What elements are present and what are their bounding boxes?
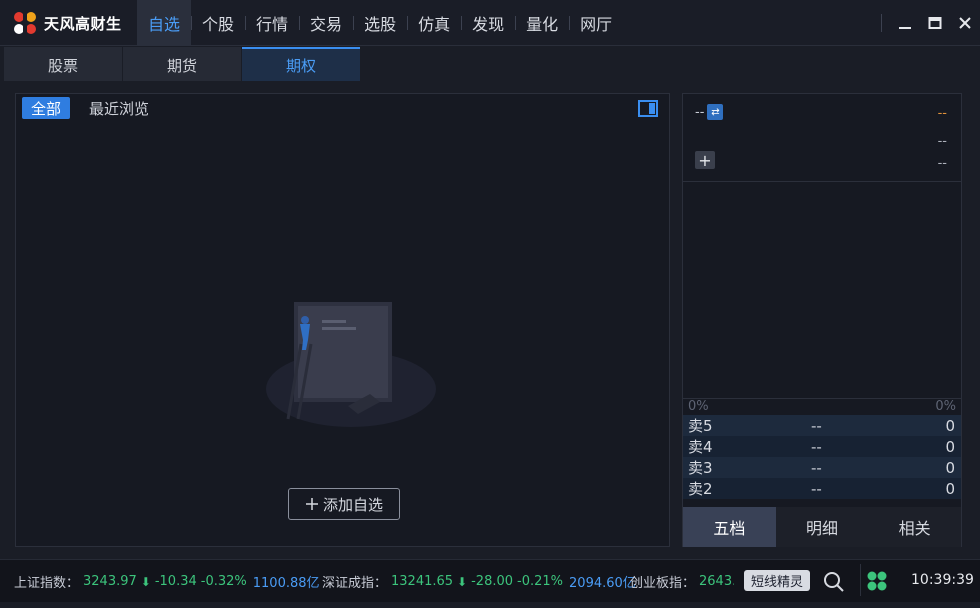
filter-all[interactable]: 全部 bbox=[22, 97, 70, 119]
nav-item-screener[interactable]: 选股 bbox=[353, 0, 407, 46]
tab-futures[interactable]: 期货 bbox=[123, 47, 241, 81]
ask-level: 卖2 bbox=[688, 478, 713, 499]
search-icon[interactable] bbox=[822, 570, 846, 594]
ratio-bar: 0% 0% bbox=[683, 398, 961, 414]
contract-name: -- ⇄ bbox=[695, 104, 723, 120]
quote-panel: -- ⇄ -- -- -- + 0% 0% 卖5 -- 0 卖4 -- 0 卖3… bbox=[682, 93, 962, 547]
index-change-pct: -0.21% bbox=[517, 574, 563, 589]
index-change: -10.34 bbox=[155, 574, 197, 589]
nav-item-simulation[interactable]: 仿真 bbox=[407, 0, 461, 46]
add-watchlist-button[interactable]: 添加自选 bbox=[288, 488, 400, 520]
status-divider bbox=[860, 564, 861, 596]
index-value: 2643.8 bbox=[699, 574, 734, 589]
quote-header: -- ⇄ -- -- -- + bbox=[683, 94, 961, 182]
filter-recent[interactable]: 最近浏览 bbox=[80, 97, 158, 119]
order-book: 卖5 -- 0 卖4 -- 0 卖3 -- 0 卖2 -- 0 bbox=[683, 415, 961, 499]
ask-level: 卖4 bbox=[688, 436, 713, 457]
window-controls-divider bbox=[881, 14, 882, 32]
ask-volume: 0 bbox=[945, 480, 955, 498]
plus-icon bbox=[305, 497, 319, 511]
index-change: -28.00 bbox=[471, 574, 513, 589]
tab-stocks[interactable]: 股票 bbox=[4, 47, 122, 81]
asset-type-tabs: 股票 期货 期权 bbox=[4, 47, 361, 81]
down-arrow-icon: ⬇ bbox=[457, 575, 467, 589]
tab-details[interactable]: 明细 bbox=[776, 507, 869, 547]
maximize-button[interactable] bbox=[920, 8, 950, 38]
watchlist-panel: 全部 最近浏览 添加自选 bbox=[15, 93, 670, 547]
empty-watchlist-illustration bbox=[256, 294, 446, 434]
minimize-icon bbox=[898, 16, 912, 30]
index-shanghai[interactable]: 上证指数： 3243.97 ⬇ -10.34 -0.32% 1100.88亿 bbox=[14, 572, 320, 591]
price-change-pct: -- bbox=[938, 156, 947, 171]
ask-volume: 0 bbox=[945, 438, 955, 456]
filter-tabs: 全部 最近浏览 bbox=[22, 97, 158, 119]
app-logo: 天风高财生 bbox=[12, 10, 122, 36]
nav-item-watchlist[interactable]: 自选 bbox=[137, 0, 191, 46]
ask-level: 卖5 bbox=[688, 415, 713, 436]
tab-related[interactable]: 相关 bbox=[868, 507, 961, 547]
nav-item-trade[interactable]: 交易 bbox=[299, 0, 353, 46]
index-amount: 1100.88亿 bbox=[253, 572, 320, 591]
status-bar: 上证指数： 3243.97 ⬇ -10.34 -0.32% 1100.88亿 深… bbox=[0, 559, 980, 602]
index-shenzhen[interactable]: 深证成指： 13241.65 ⬇ -28.00 -0.21% 2094.60亿 bbox=[322, 572, 636, 591]
ratio-left: 0% bbox=[688, 399, 709, 414]
nav-item-discover[interactable]: 发现 bbox=[461, 0, 515, 46]
grid-menu-icon[interactable] bbox=[866, 570, 888, 592]
tab-options[interactable]: 期权 bbox=[242, 47, 360, 81]
index-change-pct: -0.32% bbox=[201, 574, 247, 589]
logo-icon bbox=[12, 10, 38, 36]
close-button[interactable] bbox=[950, 8, 980, 38]
tab-five-levels[interactable]: 五档 bbox=[683, 507, 776, 547]
index-value: 3243.97 bbox=[83, 574, 137, 589]
panel-toggle-icon[interactable] bbox=[638, 100, 658, 117]
index-amount: 2094.60亿 bbox=[569, 572, 636, 591]
index-value: 13241.65 bbox=[391, 574, 453, 589]
link-icon[interactable]: ⇄ bbox=[707, 104, 723, 120]
ask-volume: 0 bbox=[945, 417, 955, 435]
close-icon bbox=[958, 16, 972, 30]
index-name: 上证指数： bbox=[14, 572, 79, 591]
shortline-wizard-button[interactable]: 短线精灵 bbox=[744, 570, 810, 591]
order-book-row: 卖2 -- 0 bbox=[683, 478, 961, 499]
order-book-row: 卖5 -- 0 bbox=[683, 415, 961, 436]
order-book-row: 卖3 -- 0 bbox=[683, 457, 961, 478]
price-change: -- bbox=[938, 134, 947, 149]
last-price: -- bbox=[938, 106, 947, 121]
ask-price: -- bbox=[811, 459, 822, 477]
order-book-row: 卖4 -- 0 bbox=[683, 436, 961, 457]
app-name: 天风高财生 bbox=[44, 13, 122, 34]
ask-level: 卖3 bbox=[688, 457, 713, 478]
ask-price: -- bbox=[811, 417, 822, 435]
main-nav: 自选 个股 行情 交易 选股 仿真 发现 量化 网厅 bbox=[137, 0, 623, 46]
ask-volume: 0 bbox=[945, 459, 955, 477]
ratio-right: 0% bbox=[935, 399, 956, 414]
down-arrow-icon: ⬇ bbox=[141, 575, 151, 589]
clock: 10:39:39 bbox=[911, 572, 974, 588]
nav-item-market[interactable]: 行情 bbox=[245, 0, 299, 46]
nav-item-stock[interactable]: 个股 bbox=[191, 0, 245, 46]
add-watchlist-label: 添加自选 bbox=[323, 494, 383, 515]
contract-name-text: -- bbox=[695, 105, 704, 120]
index-chinext[interactable]: 创业板指： 2643.8 bbox=[630, 572, 734, 591]
index-name: 深证成指： bbox=[322, 572, 387, 591]
maximize-icon bbox=[928, 16, 942, 30]
title-bar: 天风高财生 自选 个股 行情 交易 选股 仿真 发现 量化 网厅 bbox=[0, 0, 980, 46]
nav-item-quant[interactable]: 量化 bbox=[515, 0, 569, 46]
add-contract-button[interactable]: + bbox=[695, 151, 715, 169]
ask-price: -- bbox=[811, 480, 822, 498]
index-name: 创业板指： bbox=[630, 572, 695, 591]
window-controls bbox=[881, 0, 980, 46]
quote-tabs: 五档 明细 相关 bbox=[683, 507, 961, 547]
minimize-button[interactable] bbox=[890, 8, 920, 38]
nav-item-hall[interactable]: 网厅 bbox=[569, 0, 623, 46]
ask-price: -- bbox=[811, 438, 822, 456]
